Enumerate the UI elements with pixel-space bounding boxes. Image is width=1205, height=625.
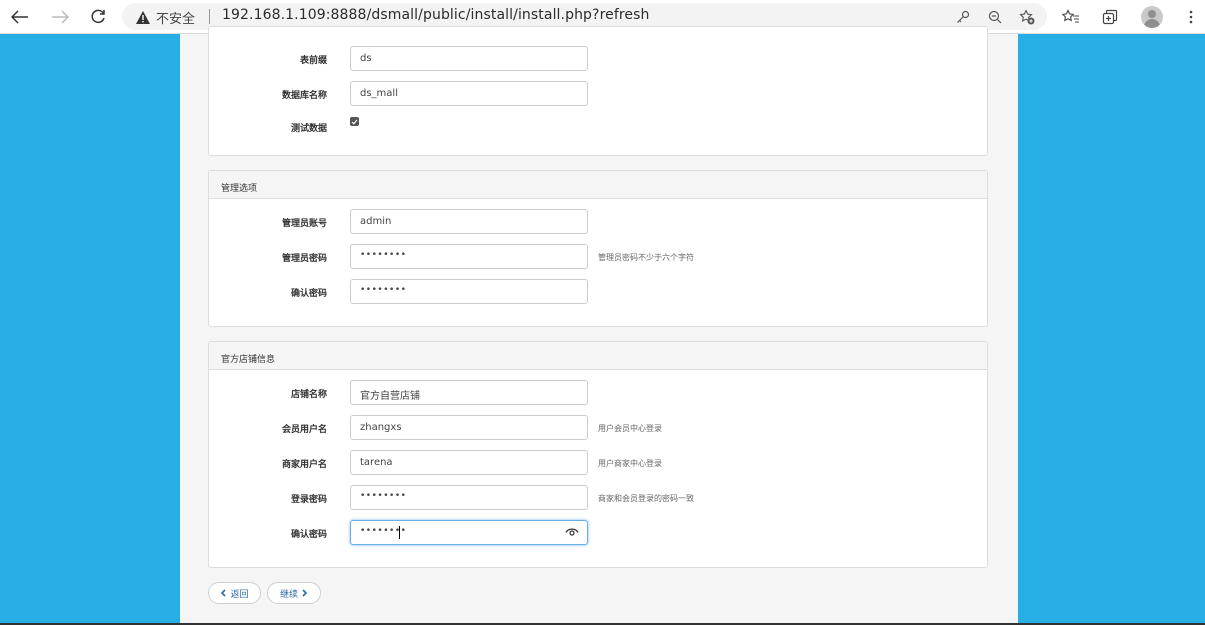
test-data-checkbox[interactable]	[350, 117, 359, 126]
collections-icon[interactable]	[1099, 6, 1121, 28]
form-row-login-password: 登录密码 •••••••• 商家和会员登录的密码一致	[209, 485, 987, 511]
store-panel: 官方店铺信息 店铺名称 官方自营店铺 会员用户名 zhangxs 用户会员中心登…	[208, 341, 988, 568]
database-panel: 表前缀 ds 数据库名称 ds_mall 测试数据	[208, 26, 988, 156]
field-help: 用户会员中心登录	[598, 424, 662, 433]
text-caret	[399, 526, 400, 539]
continue-button-label: 继续	[279, 589, 298, 600]
form-row-store-name: 店铺名称 官方自营店铺	[209, 380, 987, 406]
field-label: 管理员密码	[281, 254, 327, 264]
security-label: 不安全	[156, 12, 196, 27]
key-icon[interactable]	[954, 8, 972, 26]
eye-icon[interactable]	[565, 527, 579, 540]
field-label: 登录密码	[290, 495, 327, 505]
login-password-input[interactable]: ••••••••	[350, 485, 588, 510]
seller-username-input[interactable]: tarena	[350, 450, 588, 475]
table-prefix-input[interactable]: ds	[350, 46, 588, 71]
field-label: 会员用户名	[281, 425, 327, 435]
zoom-out-icon[interactable]	[986, 8, 1004, 26]
form-row-confirm-password: 确认密码 ••••••••	[209, 520, 987, 546]
admin-confirm-password-input[interactable]: ••••••••	[350, 279, 588, 304]
url-text[interactable]: 192.168.1.109:8888/dsmall/public/install…	[222, 7, 650, 23]
forward-arrow-icon[interactable]	[47, 5, 73, 29]
field-label: 店铺名称	[290, 390, 327, 400]
form-row-member-username: 会员用户名 zhangxs 用户会员中心登录	[209, 415, 987, 441]
form-row-admin-password: 管理员密码 •••••••• 管理员密码不少于六个字符	[209, 244, 987, 270]
panel-title: 官方店铺信息	[209, 342, 987, 370]
field-label: 确认密码	[290, 530, 327, 540]
favorite-add-icon[interactable]	[1018, 8, 1036, 26]
refresh-icon[interactable]	[85, 5, 111, 29]
field-label: 测试数据	[290, 124, 327, 134]
favorites-icon[interactable]	[1060, 6, 1082, 28]
profile-avatar[interactable]	[1141, 6, 1163, 28]
back-arrow-icon[interactable]	[7, 5, 33, 29]
admin-account-input[interactable]: admin	[350, 209, 588, 234]
field-label: 确认密码	[290, 289, 327, 299]
field-label: 表前缀	[299, 56, 327, 66]
field-label: 管理员账号	[281, 219, 327, 229]
admin-panel: 管理选项 管理员账号 admin 管理员密码 •••••••• 管理员密码不少于…	[208, 170, 988, 327]
chevron-right-icon	[302, 589, 308, 597]
warning-icon	[136, 9, 150, 28]
admin-password-input[interactable]: ••••••••	[350, 244, 588, 269]
address-separator	[209, 9, 210, 24]
form-row-admin-account: 管理员账号 admin	[209, 209, 987, 235]
form-row-test-data: 测试数据	[209, 115, 987, 141]
form-row-seller-username: 商家用户名 tarena 用户商家中心登录	[209, 450, 987, 476]
store-name-input[interactable]: 官方自营店铺	[350, 380, 588, 405]
form-row-admin-confirm: 确认密码 ••••••••	[209, 279, 987, 305]
member-username-input[interactable]: zhangxs	[350, 415, 588, 440]
form-row-db-name: 数据库名称 ds_mall	[209, 81, 987, 107]
back-button-label: 返回	[230, 589, 249, 600]
field-label: 商家用户名	[281, 460, 327, 470]
install-page: 表前缀 ds 数据库名称 ds_mall 测试数据 管理选项 管理员账号 adm…	[180, 26, 1018, 625]
db-name-input[interactable]: ds_mall	[350, 81, 588, 106]
field-help: 商家和会员登录的密码一致	[598, 494, 694, 503]
field-help: 用户商家中心登录	[598, 459, 662, 468]
more-menu-icon[interactable]	[1180, 6, 1202, 28]
field-help: 管理员密码不少于六个字符	[598, 253, 694, 262]
confirm-password-input[interactable]: ••••••••	[350, 520, 588, 545]
back-button[interactable]: 返回	[208, 582, 261, 604]
continue-button[interactable]: 继续	[267, 582, 321, 604]
chevron-left-icon	[221, 589, 227, 597]
field-label: 数据库名称	[281, 91, 327, 101]
form-row-table-prefix: 表前缀 ds	[209, 46, 987, 72]
panel-title: 管理选项	[209, 171, 987, 199]
